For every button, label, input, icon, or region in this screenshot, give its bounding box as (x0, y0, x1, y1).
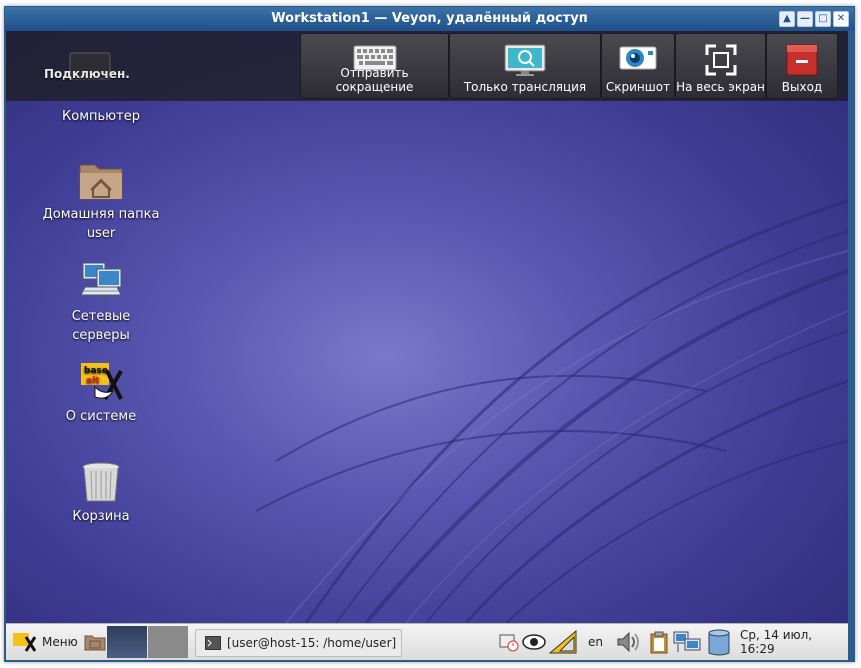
exit-button[interactable]: Выход (766, 33, 838, 99)
file-manager-launcher[interactable] (84, 624, 106, 660)
title-bar[interactable]: Workstation1 — Veyon, удалённый доступ ▲… (5, 7, 854, 31)
minimize-icon[interactable]: — (797, 11, 813, 27)
terminal-icon (205, 636, 221, 650)
tray-veyon-eye[interactable] (522, 624, 546, 660)
task-terminal-label: [user@host-15: /home/user] (227, 636, 397, 650)
menu-label: Меню (42, 635, 78, 649)
close-icon[interactable]: ✕ (833, 11, 849, 27)
home-folder-label-user: user (86, 226, 116, 241)
tray-ruler-tool[interactable] (548, 624, 578, 660)
desktop-icon-home[interactable]: Домашняя папка user (41, 159, 161, 243)
volume-icon (617, 631, 639, 653)
monitor-view-only-icon (504, 44, 546, 76)
desktop-icon-network-servers[interactable]: Сетевые серверы (41, 261, 161, 345)
send-shortcut-label: Отправить сокращение (335, 66, 414, 94)
package-update-icon (708, 629, 730, 656)
keyboard-layout-indicator[interactable]: en (588, 624, 603, 660)
home-folder-label: Домашняя папка (42, 207, 160, 222)
camera-icon (619, 46, 657, 70)
trash-icon (82, 462, 120, 502)
tray-volume[interactable] (614, 624, 640, 660)
fullscreen-label: На весь экран (676, 80, 765, 94)
ruler-icon (548, 629, 577, 654)
desktop-icon-trash[interactable]: Корзина (41, 461, 161, 526)
exit-icon (786, 44, 818, 76)
network-servers-icon (80, 262, 122, 301)
send-shortcut-button[interactable]: Отправить сокращение (300, 33, 449, 99)
tray-screen-lock[interactable] (498, 624, 520, 660)
trash-label: Корзина (72, 509, 130, 524)
folder-icon (84, 635, 106, 651)
clock[interactable]: Ср, 14 июл, 16:29 (740, 624, 848, 660)
home-folder-icon (79, 164, 123, 200)
clipboard-icon (650, 631, 668, 654)
desktop-icon-about-system[interactable]: base alt О системе (41, 361, 161, 426)
svg-text:alt: alt (86, 376, 100, 386)
exit-label: Выход (781, 80, 823, 94)
clock-label: Ср, 14 июл, 16:29 (740, 628, 813, 656)
task-terminal[interactable]: [user@host-15: /home/user] (195, 629, 402, 657)
tray-update[interactable] (706, 624, 732, 660)
computer-label: Компьютер (62, 109, 140, 124)
maximize-icon[interactable]: □ (815, 11, 831, 27)
network-servers-label: Сетевые серверы (71, 309, 131, 343)
base-alt-logo-icon: base alt (81, 363, 123, 400)
window-title: Workstation1 — Veyon, удалённый доступ (271, 11, 588, 26)
tray-clipboard[interactable] (648, 624, 670, 660)
tray-network[interactable] (672, 624, 702, 660)
remote-taskbar: Меню [user@host-15: /home/user] en Ср, 1… (6, 623, 848, 660)
keyboard-layout-label: en (588, 635, 603, 649)
veyon-toolbar: Подключен. Отправить сокращение Только т… (6, 31, 848, 101)
fullscreen-icon (705, 44, 736, 76)
alt-linux-menu-icon (13, 633, 36, 652)
window-controls: ▲ — □ ✕ (779, 11, 849, 27)
network-icon (673, 631, 701, 652)
screenshot-button[interactable]: Скриншот (601, 33, 675, 99)
remote-desktop[interactable]: Подключен. Отправить сокращение Только т… (6, 31, 848, 623)
svg-text:base: base (84, 366, 108, 376)
about-system-label: О системе (65, 409, 137, 424)
restore-up-icon[interactable]: ▲ (779, 11, 795, 27)
screenshot-label: Скриншот (605, 80, 671, 94)
screen-lock-icon (499, 634, 519, 652)
workspace-1[interactable] (107, 626, 147, 658)
view-only-button[interactable]: Только трансляция (449, 33, 601, 99)
start-menu-button[interactable]: Меню (12, 624, 78, 660)
veyon-window: Workstation1 — Veyon, удалённый доступ ▲… (4, 6, 855, 662)
connection-status: Подключен. (44, 67, 130, 81)
view-only-label: Только трансляция (463, 80, 587, 94)
workspace-2[interactable] (148, 626, 188, 658)
eye-icon (522, 634, 546, 650)
desktop-icon-computer[interactable]: Компьютер (41, 107, 161, 126)
fullscreen-button[interactable]: На весь экран (675, 33, 766, 99)
